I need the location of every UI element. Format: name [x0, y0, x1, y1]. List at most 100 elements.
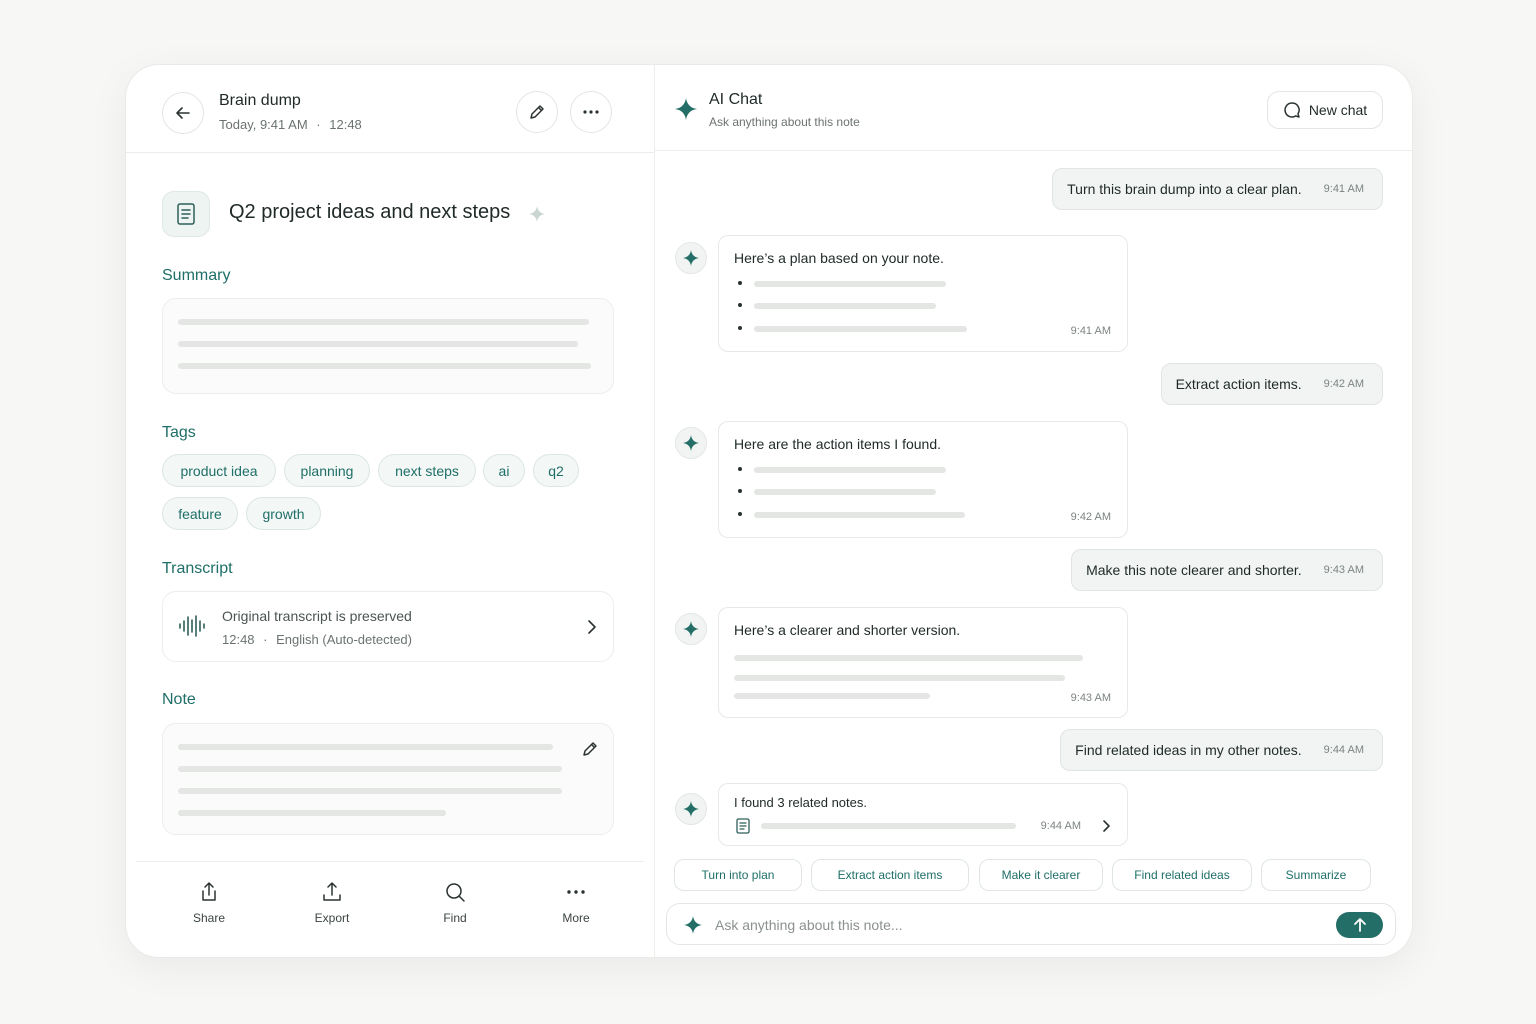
suggestion-chip[interactable]: Extract action items [811, 859, 969, 891]
tag-chip[interactable]: planning [284, 454, 370, 487]
suggestion-chip[interactable]: Make it clearer [979, 859, 1103, 891]
chevron-right-icon [1103, 820, 1110, 832]
message-text: Make this note clearer and shorter. [1086, 562, 1302, 578]
message-time: 9:43 AM [1070, 692, 1111, 704]
chat-header: AI Chat Ask anything about this note New… [655, 65, 1412, 151]
skeleton-line [178, 363, 591, 369]
new-chat-button[interactable]: New chat [1267, 91, 1383, 129]
chat-input-bar [666, 903, 1396, 945]
sparkle-icon [683, 435, 699, 451]
sparkle-icon [683, 801, 699, 817]
arrow-left-icon [176, 107, 190, 119]
search-icon [446, 883, 465, 902]
pencil-icon[interactable] [581, 740, 599, 758]
tag-chip[interactable]: product idea [162, 454, 276, 487]
skeleton-line [734, 693, 930, 699]
app-window: Brain dump Today, 9:41 AM · 12:48 Q2 pro… [125, 64, 1413, 958]
bullet [738, 467, 742, 471]
chat-bubble-icon [1284, 102, 1300, 118]
more-label: More [562, 911, 590, 925]
ai-avatar [675, 427, 707, 459]
skeleton-line [754, 281, 946, 287]
tag-chip[interactable]: feature [162, 497, 238, 530]
skeleton-line [754, 512, 965, 518]
share-icon [202, 882, 216, 901]
bullet [738, 303, 742, 307]
doc-title: Q2 project ideas and next steps [229, 201, 511, 223]
ai-message[interactable]: I found 3 related notes. 9:44 AM [718, 783, 1128, 846]
tag-chip[interactable]: q2 [533, 454, 579, 487]
edit-button[interactable] [516, 91, 558, 133]
document-icon [736, 818, 750, 834]
skeleton-line [754, 326, 967, 332]
message-time: 9:42 AM [1323, 378, 1364, 390]
skeleton-line [734, 675, 1065, 681]
skeleton-line [754, 489, 936, 495]
skeleton-line [178, 810, 446, 816]
ai-message: Here’s a plan based on your note. 9:41 A… [718, 235, 1128, 352]
bullet [738, 512, 742, 516]
note-label: Note [162, 691, 196, 708]
transcript-meta: 12:48 · English (Auto-detected) [222, 632, 412, 647]
message-time: 9:41 AM [1323, 183, 1364, 195]
transcript-card[interactable]: Original transcript is preserved 12:48 ·… [162, 591, 614, 662]
chevron-right-icon [588, 620, 596, 634]
message-time: 9:44 AM [1323, 744, 1364, 756]
more-button[interactable]: More [536, 877, 616, 925]
tags-label: Tags [162, 424, 196, 441]
chat-subtitle: Ask anything about this note [709, 115, 860, 129]
document-icon [177, 203, 195, 225]
bullet [738, 326, 742, 330]
note-header: Brain dump Today, 9:41 AM · 12:48 [126, 65, 654, 153]
summary-box [162, 298, 614, 394]
arrow-up-icon [1353, 918, 1366, 932]
skeleton-line [178, 788, 562, 794]
transcript-text: Original transcript is preserved [222, 608, 412, 624]
note-body-box[interactable] [162, 723, 614, 835]
suggestion-chip[interactable]: Summarize [1261, 859, 1371, 891]
tag-chip[interactable]: growth [246, 497, 321, 530]
user-message: Find related ideas in my other notes. 9:… [1060, 729, 1383, 771]
message-text: Here’s a plan based on your note. [734, 250, 944, 266]
find-button[interactable]: Find [415, 877, 495, 925]
ai-message: Here’s a clearer and shorter version. 9:… [718, 607, 1128, 718]
tag-chip[interactable]: next steps [378, 454, 476, 487]
ai-avatar [675, 613, 707, 645]
summary-label: Summary [162, 267, 231, 284]
message-time: 9:42 AM [1070, 511, 1111, 523]
find-label: Find [443, 911, 467, 925]
message-time: 9:41 AM [1070, 325, 1111, 337]
user-message: Turn this brain dump into a clear plan. … [1052, 168, 1383, 210]
export-button[interactable]: Export [292, 877, 372, 925]
ellipsis-icon [583, 110, 599, 114]
export-icon [323, 882, 341, 901]
message-text: I found 3 related notes. [734, 795, 867, 810]
sparkle-icon [684, 916, 702, 934]
more-options-button[interactable] [570, 91, 612, 133]
sparkle-icon [529, 206, 545, 222]
note-date: Today, 9:41 AM [219, 117, 308, 132]
suggestion-chip[interactable]: Find related ideas [1112, 859, 1252, 891]
user-message: Extract action items. 9:42 AM [1160, 363, 1383, 405]
skeleton-line [754, 303, 936, 309]
note-title: Brain dump [219, 92, 301, 109]
ai-avatar [675, 242, 707, 274]
back-button[interactable] [162, 92, 204, 134]
chat-input[interactable] [715, 914, 1315, 936]
message-time: 9:44 AM [1040, 820, 1081, 832]
message-time: 9:43 AM [1323, 564, 1364, 576]
chat-panel: AI Chat Ask anything about this note New… [655, 65, 1412, 957]
send-button[interactable] [1336, 912, 1383, 938]
waveform-icon [179, 615, 205, 637]
message-text: Find related ideas in my other notes. [1075, 742, 1302, 758]
transcript-language: English (Auto-detected) [276, 632, 412, 647]
bullet [738, 489, 742, 493]
tag-chip[interactable]: ai [483, 454, 525, 487]
share-button[interactable]: Share [169, 877, 249, 925]
skeleton-line [178, 744, 553, 750]
suggestion-chip[interactable]: Turn into plan [674, 859, 802, 891]
sparkle-icon [683, 250, 699, 266]
pencil-icon [530, 105, 544, 119]
note-duration: 12:48 [329, 117, 362, 132]
user-message: Make this note clearer and shorter. 9:43… [1071, 549, 1383, 591]
